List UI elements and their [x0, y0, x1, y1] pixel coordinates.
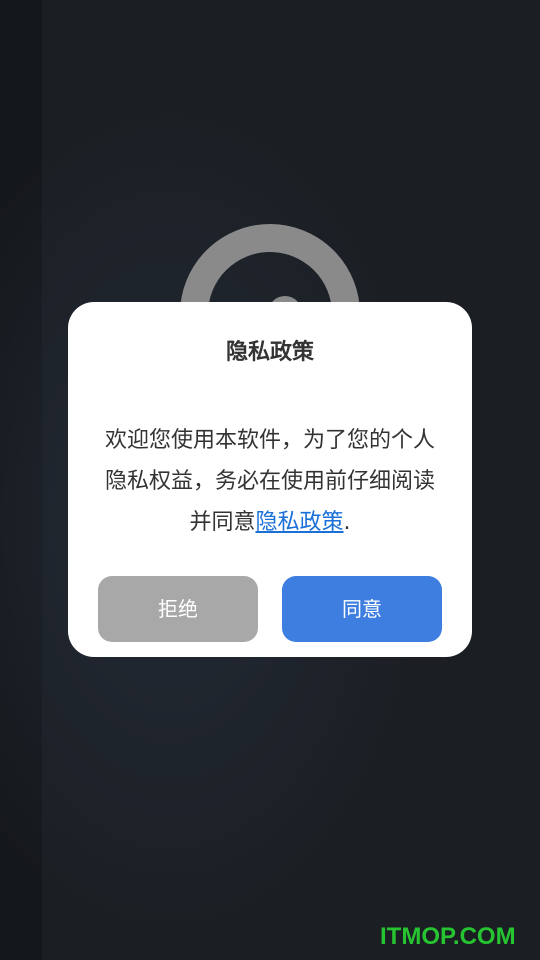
dialog-title: 隐私政策 [225, 340, 314, 365]
message-period: . [343, 510, 351, 535]
reject-button[interactable]: 拒绝 [98, 576, 258, 642]
site-watermark: ITMOP.COM [380, 923, 516, 950]
privacy-policy-link[interactable]: 隐私政策 [256, 510, 344, 535]
agree-button[interactable]: 同意 [282, 576, 442, 642]
dialog-message: 欢迎您使用本软件，为了您的个人隐私权益，务必在使用前仔细阅读并同意隐私政策. [100, 420, 440, 543]
